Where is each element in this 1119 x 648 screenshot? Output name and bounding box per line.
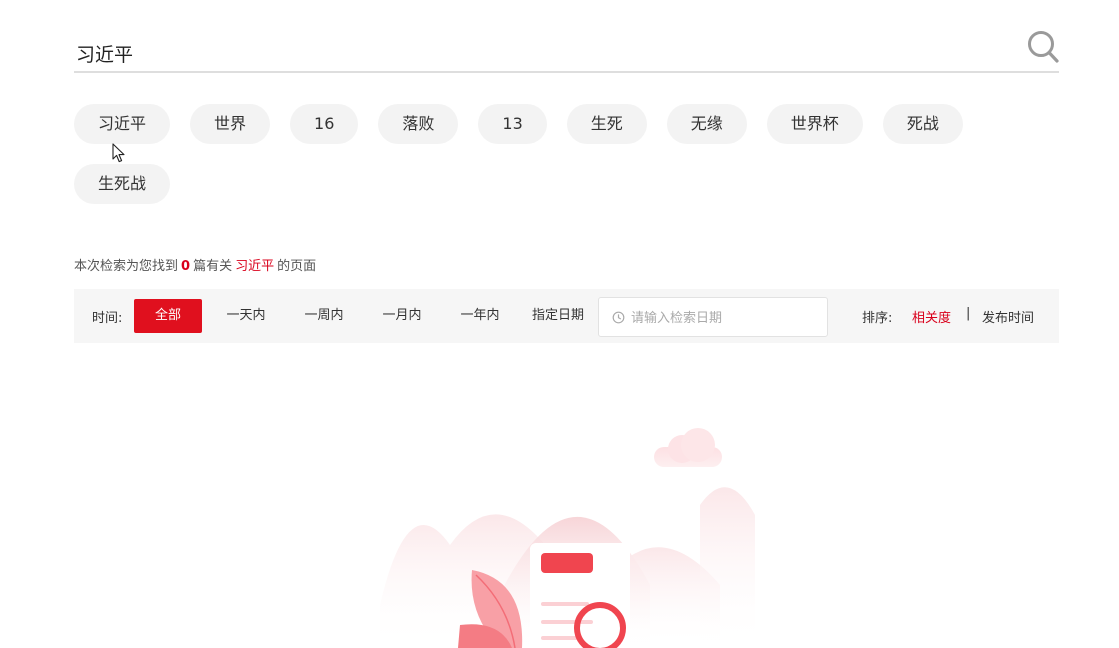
time-option-month[interactable]: 一月内	[370, 299, 434, 333]
time-option-day[interactable]: 一天内	[214, 299, 278, 333]
result-summary: 本次检索为您找到 0 篇有关 习近平 的页面	[74, 255, 316, 274]
keyword-chip[interactable]: 13	[478, 104, 547, 144]
sort-by-publish-time[interactable]: 发布时间	[982, 307, 1034, 326]
date-input[interactable]	[629, 306, 823, 330]
keyword-chip[interactable]: 生死	[566, 104, 647, 144]
summary-middle: 篇有关	[193, 259, 233, 274]
sort-separator: |	[966, 306, 971, 321]
keyword-chip[interactable]: 世界杯	[766, 104, 863, 144]
time-option-year[interactable]: 一年内	[448, 299, 512, 333]
related-keywords: 习近平 世界 16 落败 13 生死 无缘 世界杯 死战 生死战	[74, 104, 1059, 224]
clock-icon	[612, 311, 625, 324]
keyword-chip[interactable]: 生死战	[74, 164, 171, 204]
search-results-page: 习近平 世界 16 落败 13 生死 无缘 世界杯 死战 生死战 本次检索为您找…	[0, 0, 1119, 648]
date-picker[interactable]	[598, 297, 828, 337]
sort-label: 排序:	[862, 311, 893, 326]
keyword-chip[interactable]: 无缘	[666, 104, 747, 144]
keyword-row: 习近平 世界 16 落败 13 生死 无缘 世界杯 死战	[74, 104, 1059, 144]
time-option-all[interactable]: 全部	[134, 299, 202, 333]
keyword-chip[interactable]: 习近平	[74, 104, 171, 144]
cloud-shape	[654, 428, 722, 467]
summary-keyword: 习近平	[235, 259, 275, 274]
result-count: 0	[181, 259, 191, 274]
filter-bar: 时间: 全部 一天内 一周内 一月内 一年内 指定日期 排序: 相关度 | 发布…	[74, 289, 1059, 343]
time-option-custom[interactable]: 指定日期	[524, 299, 592, 333]
search-bar	[74, 26, 1059, 73]
keyword-chip[interactable]: 世界	[190, 104, 271, 144]
time-filter-label: 时间:	[92, 311, 123, 326]
keyword-chip[interactable]: 死战	[882, 104, 963, 144]
summary-prefix: 本次检索为您找到	[74, 259, 179, 274]
keyword-chip[interactable]: 16	[290, 104, 359, 144]
sort-by-relevance[interactable]: 相关度	[912, 307, 951, 326]
keyword-chip[interactable]: 落败	[378, 104, 459, 144]
summary-suffix: 的页面	[277, 259, 317, 274]
keyword-row: 生死战	[74, 164, 1059, 204]
empty-result-illustration	[380, 428, 755, 648]
search-icon[interactable]	[1027, 30, 1059, 64]
search-input[interactable]	[74, 38, 998, 68]
time-option-week[interactable]: 一周内	[292, 299, 356, 333]
